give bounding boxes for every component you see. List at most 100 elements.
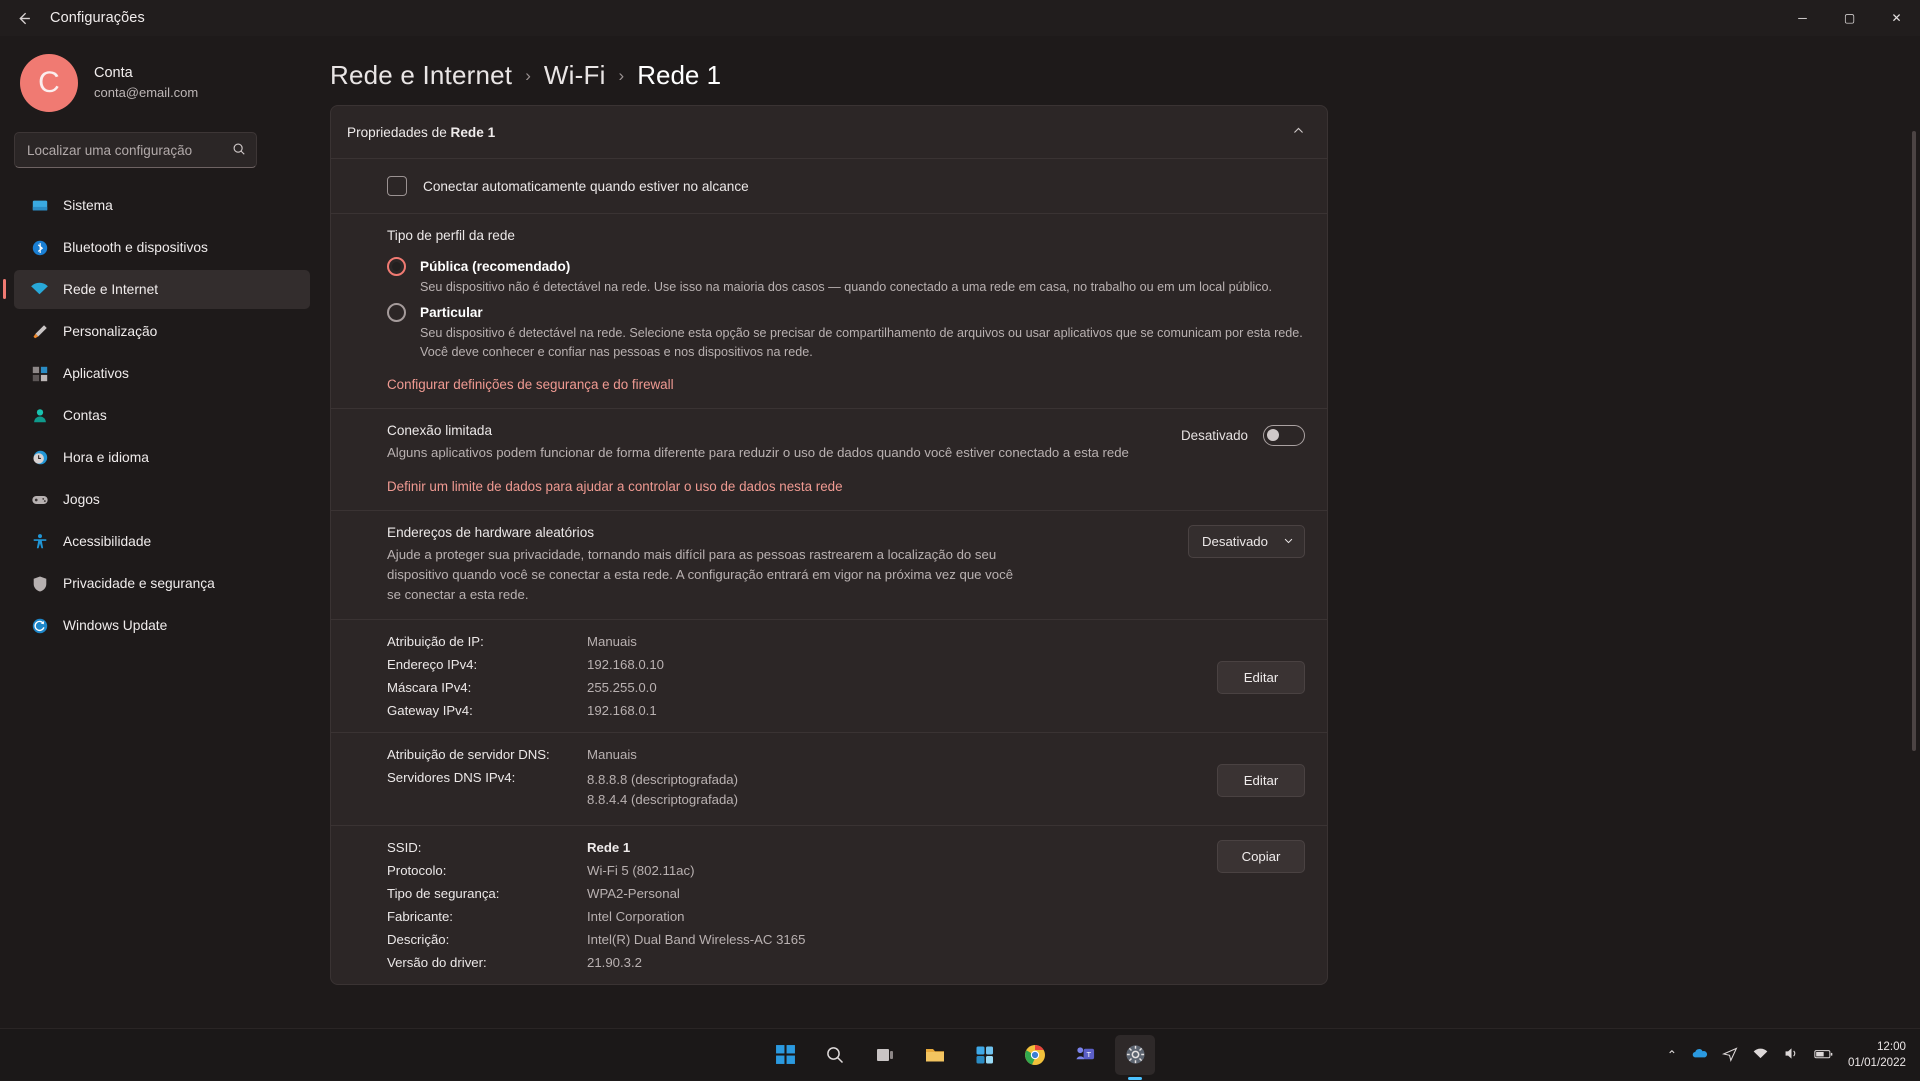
autoconnect-checkbox-group[interactable]: Conectar automaticamente quando estiver … [387, 172, 1305, 200]
info-key: Servidores DNS IPv4: [387, 770, 587, 811]
person-icon [30, 406, 49, 425]
ip-info-grid: Atribuição de IP: Manuais Endereço IPv4:… [387, 634, 1197, 718]
search-box[interactable] [14, 132, 257, 168]
network-send-icon[interactable] [1722, 1046, 1738, 1065]
info-key: Tipo de segurança: [387, 886, 587, 901]
account-email: conta@email.com [94, 84, 198, 103]
avatar: C [20, 54, 78, 112]
window-controls: ─ ▢ ✕ [1779, 0, 1920, 36]
profile-option-particular[interactable]: Particular Seu dispositivo é detectável … [387, 303, 1305, 362]
dns-assignment-row: Atribuição de servidor DNS: Manuais Serv… [331, 732, 1327, 825]
data-limit-link[interactable]: Definir um limite de dados para ajudar a… [387, 479, 843, 494]
taskbar-apps: T [765, 1035, 1155, 1075]
settings-scroll-area[interactable]: Propriedades de Rede 1 Conectar automati… [322, 105, 1920, 1045]
random-hw-dropdown[interactable]: Desativado [1188, 525, 1305, 558]
monitor-icon [30, 196, 49, 215]
sidebar-item-windows-update[interactable]: Windows Update [14, 606, 310, 645]
clock-time: 12:00 [1848, 1039, 1906, 1055]
copy-button[interactable]: Copiar [1217, 840, 1305, 873]
paintbrush-icon [30, 322, 49, 341]
random-hardware-row: Endereços de hardware aleatórios Ajude a… [331, 510, 1327, 618]
metered-description: Alguns aplicativos podem funcionar de fo… [387, 443, 1161, 463]
toggle-knob [1267, 429, 1279, 441]
onedrive-icon[interactable] [1691, 1045, 1708, 1065]
sidebar-item-label: Privacidade e segurança [63, 576, 215, 591]
info-value: 192.168.0.10 [587, 657, 1197, 672]
minimize-button[interactable]: ─ [1779, 0, 1826, 36]
radio-line[interactable]: Pública (recomendado) [387, 257, 1305, 276]
start-button[interactable] [765, 1035, 805, 1075]
teams-button[interactable]: T [1065, 1035, 1105, 1075]
info-key: Máscara IPv4: [387, 680, 587, 695]
sidebar-item-privacidade-e-seguranca[interactable]: Privacidade e segurança [14, 564, 310, 603]
sidebar-item-label: Acessibilidade [63, 534, 151, 549]
metered-toggle-group[interactable]: Desativado [1181, 423, 1305, 446]
firewall-settings-link[interactable]: Configurar definições de segurança e do … [387, 377, 674, 392]
chevron-up-icon[interactable] [1292, 124, 1305, 140]
chevron-down-icon [1283, 534, 1294, 549]
edit-ip-button[interactable]: Editar [1217, 661, 1305, 694]
sidebar-item-aplicativos[interactable]: Aplicativos [14, 354, 310, 393]
sidebar-item-rede-e-internet[interactable]: Rede e Internet [14, 270, 310, 309]
card-header-prefix: Propriedades de [347, 125, 451, 140]
sidebar-item-personalizacao[interactable]: Personalização [14, 312, 310, 351]
ip-assignment-row: Atribuição de IP: Manuais Endereço IPv4:… [331, 619, 1327, 732]
sidebar-item-label: Rede e Internet [63, 282, 158, 297]
info-value: 21.90.3.2 [587, 955, 1197, 970]
breadcrumb-level2[interactable]: Wi-Fi [544, 60, 606, 91]
random-hw-description: Ajude a proteger sua privacidade, tornan… [387, 545, 1027, 604]
maximize-button[interactable]: ▢ [1826, 0, 1873, 36]
sidebar-item-label: Bluetooth e dispositivos [63, 240, 208, 255]
file-explorer-button[interactable] [915, 1035, 955, 1075]
network-profile-row: Tipo de perfil da rede Pública (recomend… [331, 213, 1327, 408]
profile-option-publica[interactable]: Pública (recomendado) Seu dispositivo nã… [387, 257, 1305, 297]
info-value: Intel Corporation [587, 909, 1197, 924]
back-arrow-icon[interactable] [0, 0, 46, 36]
breadcrumb-root[interactable]: Rede e Internet [330, 60, 512, 91]
sidebar-item-hora-e-idioma[interactable]: Hora e idioma [14, 438, 310, 477]
tray-chevron-icon[interactable]: ⌃ [1667, 1048, 1677, 1062]
volume-icon[interactable] [1783, 1045, 1800, 1065]
autoconnect-checkbox[interactable] [387, 176, 407, 196]
settings-button[interactable] [1115, 1035, 1155, 1075]
taskbar-clock[interactable]: 12:00 01/01/2022 [1848, 1039, 1906, 1070]
sidebar-item-label: Contas [63, 408, 107, 423]
battery-icon[interactable] [1814, 1047, 1834, 1064]
card-header[interactable]: Propriedades de Rede 1 [331, 106, 1327, 158]
sidebar-item-bluetooth-e-dispositivos[interactable]: Bluetooth e dispositivos [14, 228, 310, 267]
radio-particular-label: Particular [420, 305, 483, 320]
info-value-multi: 8.8.8.8 (descriptografada) 8.8.4.4 (desc… [587, 770, 1197, 811]
search-icon [232, 142, 246, 159]
task-view-button[interactable] [865, 1035, 905, 1075]
system-tray: ⌃ 12:00 01/01/2022 [1667, 1029, 1906, 1081]
vertical-scrollbar[interactable] [1912, 131, 1916, 751]
info-value: Wi-Fi 5 (802.11ac) [587, 863, 1197, 878]
wifi-icon[interactable] [1752, 1045, 1769, 1065]
random-hw-title: Endereços de hardware aleatórios [387, 525, 1027, 540]
search-input[interactable] [27, 143, 232, 158]
radio-publica[interactable] [387, 257, 406, 276]
radio-line[interactable]: Particular [387, 303, 1305, 322]
close-button[interactable]: ✕ [1873, 0, 1920, 36]
edit-dns-button[interactable]: Editar [1217, 764, 1305, 797]
sidebar-item-sistema[interactable]: Sistema [14, 186, 310, 225]
sidebar-item-contas[interactable]: Contas [14, 396, 310, 435]
accessibility-icon [30, 532, 49, 551]
account-block[interactable]: C Conta conta@email.com [0, 36, 310, 126]
metered-toggle[interactable] [1263, 425, 1305, 446]
sidebar-item-label: Sistema [63, 198, 113, 213]
sidebar-item-jogos[interactable]: Jogos [14, 480, 310, 519]
chrome-button[interactable] [1015, 1035, 1055, 1075]
info-value: Manuais [587, 634, 1197, 649]
info-key: Atribuição de IP: [387, 634, 587, 649]
radio-particular-description: Seu dispositivo é detectável na rede. Se… [420, 324, 1305, 362]
radio-particular[interactable] [387, 303, 406, 322]
sidebar-item-acessibilidade[interactable]: Acessibilidade [14, 522, 310, 561]
info-key: Gateway IPv4: [387, 703, 587, 718]
widgets-button[interactable] [965, 1035, 1005, 1075]
sidebar: C Conta conta@email.com [0, 36, 322, 1046]
autoconnect-label: Conectar automaticamente quando estiver … [423, 179, 749, 194]
search-button[interactable] [815, 1035, 855, 1075]
apps-icon [30, 364, 49, 383]
network-properties-card: Propriedades de Rede 1 Conectar automati… [330, 105, 1328, 985]
